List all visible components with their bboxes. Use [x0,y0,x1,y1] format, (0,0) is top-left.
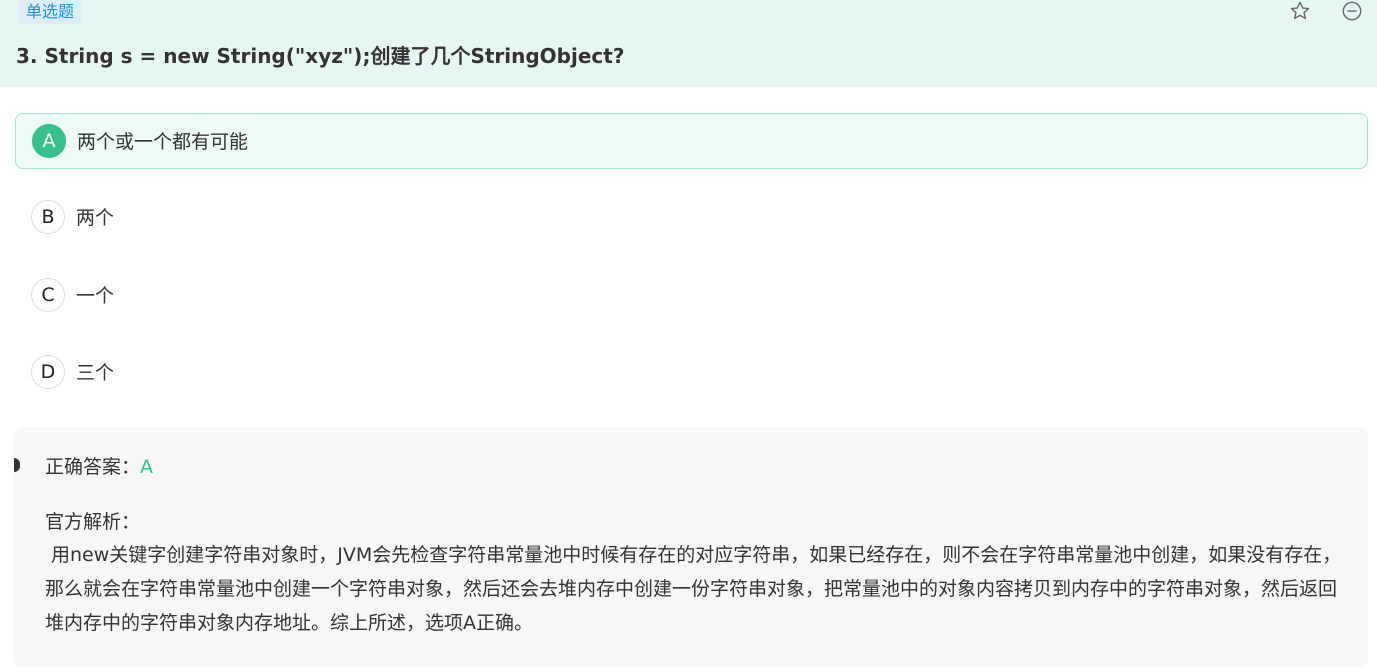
question-type-badge: 单选题 [19,0,82,24]
option-letter: D [31,355,65,389]
minus-circle-icon[interactable] [1341,0,1363,22]
option-letter: A [32,124,66,158]
correct-answer: 正确答案：A [45,452,153,479]
option-letter: B [31,200,65,234]
analysis-panel: 正确答案：A 官方解析： 用new关键字创建字符串对象时，JVM会先检查字符串常… [14,427,1368,667]
option-b[interactable]: B 两个 [15,190,1368,246]
question-header: 单选题 3. String s = new String("xyz");创建了几… [0,0,1377,87]
option-text: 一个 [76,285,115,307]
option-a[interactable]: A 两个或一个都有可能 [15,113,1368,169]
official-analysis-label: 官方解析： [45,511,141,533]
option-text: 两个 [76,207,115,229]
correct-answer-label: 正确答案： [45,456,141,478]
option-d[interactable]: D 三个 [15,345,1368,401]
official-analysis-text: 用new关键字创建字符串对象时，JVM会先检查字符串常量池中时候有存在的对应字符… [45,544,1342,634]
section-marker [14,458,20,472]
option-letter: C [31,278,65,312]
star-icon[interactable] [1289,0,1311,22]
option-text: 三个 [76,362,115,384]
correct-answer-value: A [140,456,154,478]
option-c[interactable]: C 一个 [15,268,1368,324]
option-text: 两个或一个都有可能 [77,131,249,153]
question-title: 3. String s = new String("xyz");创建了几个Str… [16,44,625,68]
